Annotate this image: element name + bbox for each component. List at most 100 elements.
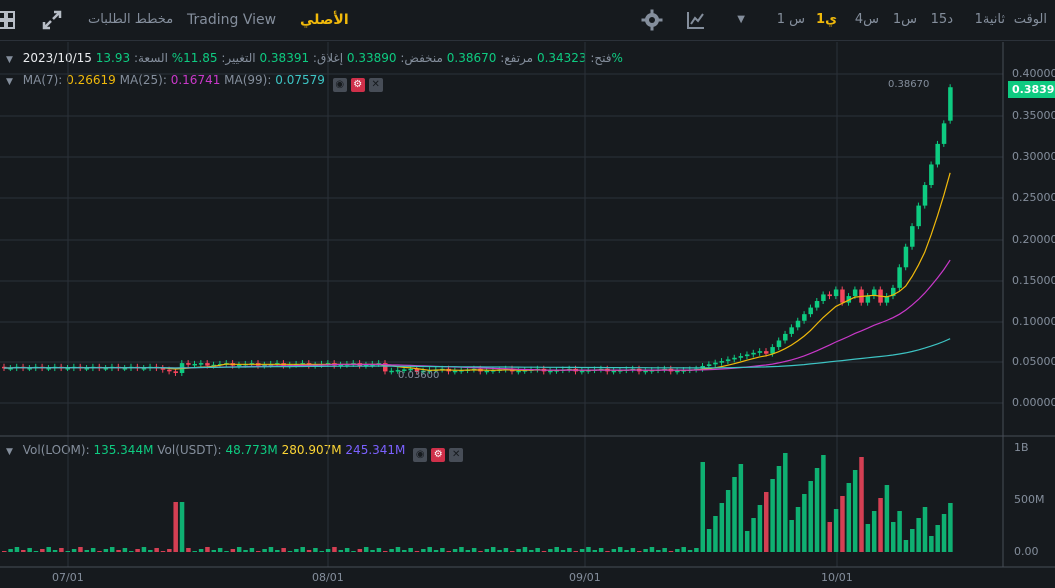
- candle: [46, 368, 51, 370]
- candle: [256, 363, 261, 366]
- view-original[interactable]: الأصلي: [300, 0, 349, 40]
- caret-down-icon[interactable]: ▼: [737, 0, 745, 40]
- candle: [344, 363, 350, 366]
- candle: [167, 369, 172, 372]
- volume-bar: [376, 548, 382, 552]
- volume-bar: [910, 529, 915, 552]
- gear-icon[interactable]: ⚙: [350, 78, 365, 92]
- volume-bar: [8, 549, 13, 552]
- expand-icon[interactable]: [40, 8, 64, 32]
- volume-bar: [256, 551, 261, 552]
- price-tick-label: 0.40000: [1012, 67, 1055, 80]
- close-icon[interactable]: ✕: [449, 448, 464, 462]
- candle: [319, 363, 324, 366]
- volume-bar: [243, 550, 248, 552]
- volume-tick-label: 500M: [1014, 493, 1045, 506]
- candle: [922, 185, 928, 206]
- gear-icon[interactable]: ⚙: [431, 448, 446, 462]
- candle: [573, 368, 578, 372]
- view-tradingview[interactable]: Trading View: [187, 0, 276, 40]
- view-depth[interactable]: مخطط الطلبات: [88, 0, 173, 40]
- ohlc-date: 2023/10/15: [22, 51, 92, 65]
- candle: [52, 366, 58, 369]
- candle: [719, 361, 725, 363]
- gear-icon[interactable]: [640, 8, 664, 32]
- high-value: 0.38670: [446, 51, 497, 65]
- interval-more[interactable]: 1 س: [777, 0, 805, 40]
- volume-bar: [249, 548, 255, 552]
- candle: [363, 364, 369, 367]
- low-value: 0.33890: [346, 51, 397, 65]
- candle: [224, 363, 229, 365]
- close-icon[interactable]: ✕: [368, 78, 383, 92]
- volume-bar: [471, 548, 477, 552]
- eye-icon[interactable]: ◉: [332, 78, 347, 92]
- close-value: 0.38391: [259, 51, 310, 65]
- chart-indicator-icon[interactable]: [684, 8, 708, 32]
- volume-tick-label: 1B: [1014, 441, 1029, 454]
- volume-bar: [656, 550, 661, 552]
- candle: [560, 369, 566, 371]
- collapse-caret-icon[interactable]: ▼: [6, 77, 13, 87]
- interval-15m[interactable]: 15د: [931, 0, 953, 40]
- volume-bar: [795, 507, 801, 552]
- interval-1d[interactable]: 1ي: [816, 0, 837, 40]
- candle: [706, 364, 712, 366]
- interval-1s[interactable]: 1ثانية: [975, 0, 1005, 40]
- volume-bar: [700, 462, 705, 552]
- candle: [27, 368, 32, 370]
- vol-ma1-value: 280.907M: [281, 443, 342, 457]
- volume-bar: [421, 549, 426, 552]
- candle: [891, 287, 896, 297]
- interval-1h[interactable]: 1س: [893, 0, 917, 40]
- volume-bar: [643, 549, 648, 552]
- volume-bar: [859, 457, 864, 552]
- volume-bar: [135, 549, 140, 552]
- volume-bar: [103, 549, 109, 552]
- volume-bar: [903, 540, 909, 552]
- volume-bar: [764, 492, 769, 552]
- candle: [878, 289, 883, 303]
- volume-bar: [351, 551, 356, 552]
- candle: [236, 364, 242, 367]
- vol-loom-value: 135.344M: [93, 443, 154, 457]
- volume-bar: [440, 548, 445, 552]
- time-tick-label: 07/01: [52, 571, 84, 584]
- volume-bar: [865, 524, 871, 552]
- price-tick-label: 0.30000: [1012, 150, 1055, 163]
- volume-bar: [478, 551, 483, 552]
- volume-bar: [344, 548, 350, 552]
- candle: [351, 363, 356, 365]
- volume-bar: [465, 550, 471, 552]
- volume-bar: [160, 551, 166, 552]
- volume-bar: [871, 511, 877, 552]
- volume-bar: [236, 547, 242, 552]
- volume-bar: [852, 470, 858, 552]
- ohlc-info: ▼ 2023/10/15 فتح: 0.34323 مرتفع: 0.38670…: [6, 51, 623, 65]
- candle: [935, 143, 940, 165]
- candle: [2, 366, 7, 369]
- volume-bar: [408, 548, 413, 552]
- ma25-line: [4, 259, 951, 371]
- candle: [637, 368, 642, 372]
- candle: [757, 351, 763, 353]
- candle: [859, 289, 864, 303]
- ma99-label: MA(99):: [224, 73, 272, 87]
- collapse-caret-icon[interactable]: ▼: [6, 447, 13, 457]
- interval-4h[interactable]: 4س: [855, 0, 879, 40]
- volume-bar: [706, 529, 712, 552]
- candle: [630, 368, 636, 371]
- collapse-caret-icon[interactable]: ▼: [6, 55, 13, 65]
- candle: [33, 366, 39, 369]
- eye-icon[interactable]: ◉: [413, 448, 428, 462]
- price-tick-label: 0.05000: [1012, 355, 1055, 368]
- volume-bar: [217, 548, 223, 552]
- volume-bar: [459, 547, 464, 552]
- ma7-line: [4, 172, 951, 371]
- candle: [827, 294, 832, 297]
- volume-bar: [732, 477, 737, 552]
- volume-bar: [630, 548, 636, 552]
- volume-bar: [363, 547, 369, 552]
- volume-bar: [383, 551, 388, 552]
- grid-icon[interactable]: [0, 8, 18, 32]
